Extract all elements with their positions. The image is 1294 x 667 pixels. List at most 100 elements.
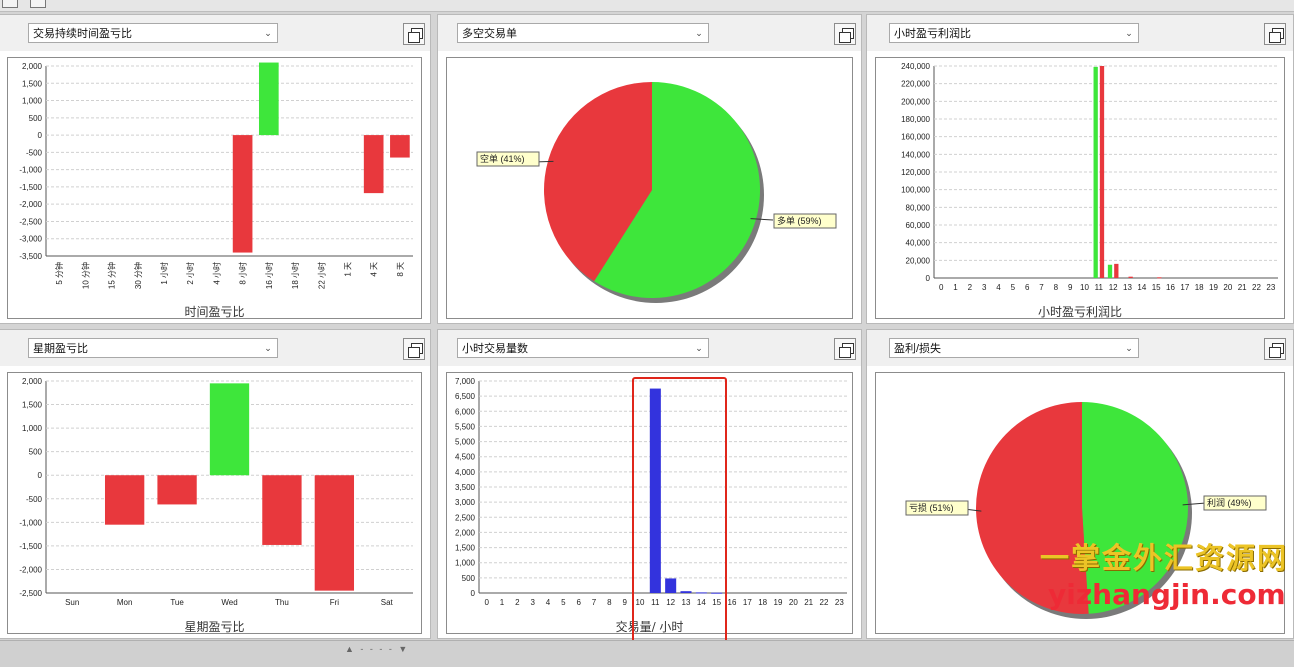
splitter-handle[interactable]: ▲ - - - - ▼ [345,644,409,654]
x-tick-label: 16 小时 [264,262,274,289]
x-tick-label: 2 小时 [185,262,195,285]
y-tick-label: -2,500 [19,589,42,598]
x-tick-label: 22 [1252,283,1261,292]
x-tick-label: 4 天 [370,262,379,277]
y-tick-label: 220,000 [901,80,930,89]
y-tick-label: 7,000 [455,377,476,386]
y-tick-label: -3,000 [19,235,42,244]
y-tick-label: 1,000 [22,97,43,106]
x-tick-label: Wed [221,598,237,607]
x-tick-label: Thu [275,598,289,607]
x-tick-label: 8 小时 [238,262,248,285]
chevron-down-icon: ⌄ [695,343,703,353]
x-tick-label: 1 天 [343,262,352,277]
x-tick-label: 10 分钟 [80,262,90,289]
select-value: 星期盈亏比 [33,343,88,355]
x-tick-label: 1 [953,283,958,292]
chart-type-select[interactable]: 交易持续时间盈亏比 ⌄ [28,23,278,43]
select-value: 小时盈亏利润比 [894,28,971,40]
x-tick-label: 20 [789,598,798,607]
x-tick-label: 17 [1180,283,1189,292]
x-tick-label: 3 [982,283,987,292]
chevron-down-icon: ⌄ [264,343,272,353]
chart-type-select[interactable]: 星期盈亏比 ⌄ [28,338,278,358]
y-tick-label: 40,000 [906,239,931,248]
maximize-button[interactable] [1264,338,1286,360]
x-tick-label: 19 [774,598,783,607]
y-tick-label: -1,500 [19,542,42,551]
y-tick-label: 500 [29,448,43,457]
y-tick-label: -500 [26,495,43,504]
x-tick-label: 19 [1209,283,1218,292]
y-tick-label: -2,000 [19,565,42,574]
x-tick-label: 11 [1095,283,1104,292]
x-axis-title: 星期盈亏比 [184,620,245,634]
chart-area: 240,000 220,000 200,000 180,000 160,000 140,0… [875,57,1285,319]
chart-type-select[interactable]: 小时交易量数 ⌄ [457,338,709,358]
chart-type-select[interactable]: 小时盈亏利润比 ⌄ [889,23,1139,43]
y-tick-label: 0 [926,274,931,283]
y-tick-label: 1,000 [455,559,476,568]
weekday-bar-chart: 2,000 1,500 1,000 500 0 -500 -1,000 -1,500 -2,00… [19,377,413,607]
y-tick-label: 0 [471,589,476,598]
toolbar-icon[interactable] [30,0,46,8]
x-tick-label: 1 [500,598,505,607]
bar [649,388,661,593]
maximize-button[interactable] [834,23,856,45]
bar [363,135,384,194]
bar [232,135,253,253]
x-tick-label: 12 [666,598,675,607]
y-tick-label: 60,000 [906,221,931,230]
y-tick-label: -2,500 [19,217,42,226]
y-tick-label: 4,500 [455,453,476,462]
y-tick-label: 2,500 [455,513,476,522]
x-tick-label: 20 [1223,283,1232,292]
x-tick-label: Mon [117,598,133,607]
maximize-button[interactable] [834,338,856,360]
chart-type-select[interactable]: 多空交易单 ⌄ [457,23,709,43]
chevron-down-icon: ⌄ [1125,343,1133,353]
x-tick-label: 14 [1137,283,1146,292]
x-tick-label: 23 [1266,283,1275,292]
x-tick-label: 16 [728,598,737,607]
select-value: 小时交易量数 [462,343,528,355]
bar [157,475,197,505]
panel-duration-profit: 交易持续时间盈亏比 ⌄ 2,000 1,500 1,000 500 0 -500 -1,00… [0,14,431,324]
y-tick-label: 3,500 [455,483,476,492]
y-tick-label: 1,500 [22,401,43,410]
pie-label: 利润 (49%) [1207,497,1252,508]
y-tick-label: 200,000 [901,97,930,106]
x-tick-label: 7 [592,598,597,607]
y-tick-label: 140,000 [901,150,930,159]
x-tick-label: 8 [607,598,612,607]
chart-area: 2,000 1,500 1,000 500 0 -500 -1,000 -1,500 -2,00… [7,372,422,634]
y-tick-label: 2,000 [22,377,43,386]
y-tick-label: -1,500 [19,183,42,192]
y-tick-label: 1,000 [22,424,43,433]
maximize-button[interactable] [1264,23,1286,45]
y-tick-label: 500 [29,114,43,123]
bar [665,578,677,593]
status-bar: ▲ - - - - ▼ [0,640,1294,667]
x-tick-label: 5 [1011,283,1016,292]
toolbar-icon[interactable] [2,0,18,8]
x-tick-label: 15 [712,598,721,607]
maximize-button[interactable] [403,23,425,45]
y-tick-label: 240,000 [901,62,930,71]
chart-area: 7,000 6,500 6,000 5,500 5,000 4,500 4,000 3,500… [446,372,853,634]
x-tick-label: 4 小时 [211,262,221,285]
x-tick-label: 14 [697,598,706,607]
bar [1093,66,1098,278]
x-tick-label: 10 [1080,283,1089,292]
x-tick-label: 8 [1054,283,1059,292]
select-value: 多空交易单 [462,28,517,40]
x-tick-label: 12 [1109,283,1118,292]
x-tick-label: 4 [996,283,1001,292]
y-tick-label: 500 [462,574,476,583]
x-tick-label: 22 小时 [316,262,326,289]
maximize-button[interactable] [403,338,425,360]
chart-type-select[interactable]: 盈利/损失 ⌄ [889,338,1139,358]
y-tick-label: 3,000 [455,498,476,507]
y-tick-label: 120,000 [901,168,930,177]
select-value: 盈利/损失 [894,343,942,355]
